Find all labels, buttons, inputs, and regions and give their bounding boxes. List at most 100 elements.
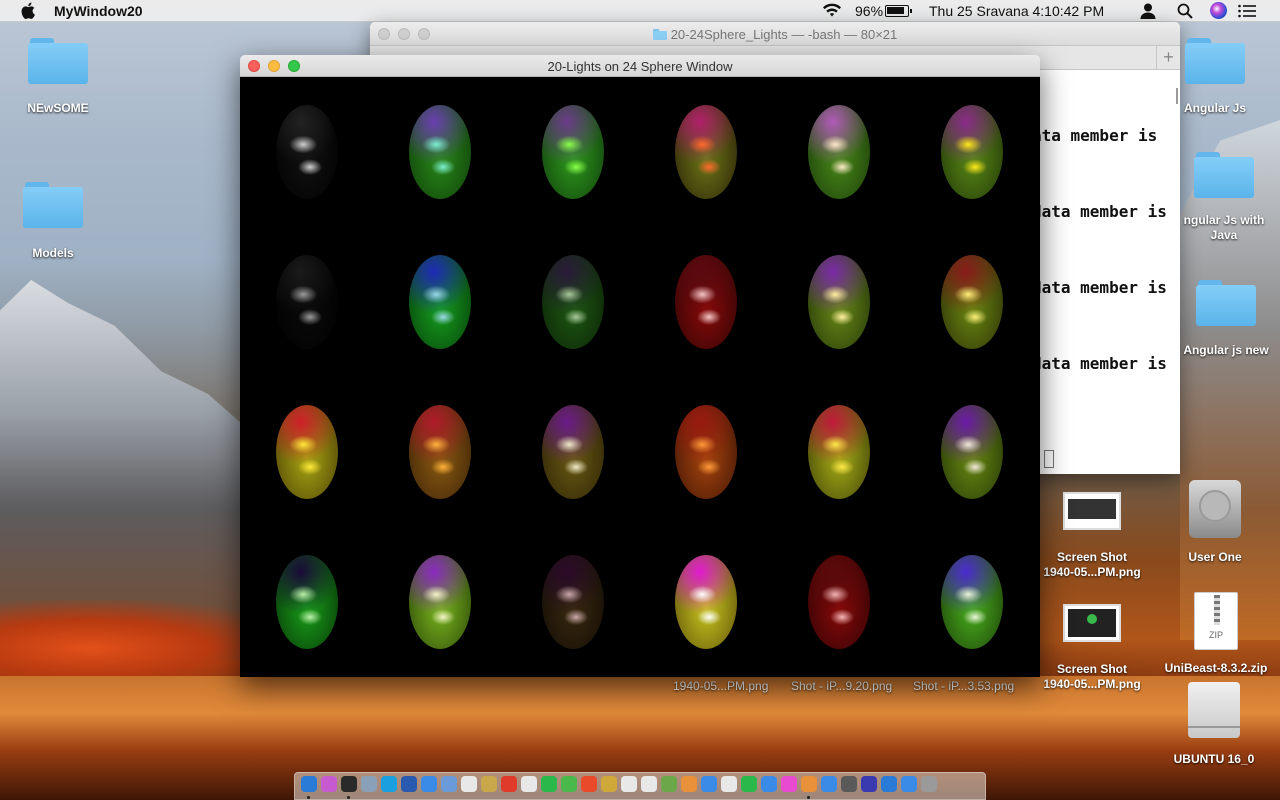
terminal-title-text: 20-24Sphere_Lights — -bash — 80×21 xyxy=(670,27,898,42)
desktop-file-label[interactable]: Shot - iP...3.53.png xyxy=(913,679,1014,693)
desktop-drive-user-one[interactable]: User One xyxy=(1172,480,1258,565)
lit-sphere xyxy=(409,255,471,349)
dock-app-icon[interactable] xyxy=(461,776,477,792)
terminal-title: 20-24Sphere_Lights — -bash — 80×21 xyxy=(370,27,1180,42)
dock-app-icon[interactable] xyxy=(501,776,517,792)
lit-sphere xyxy=(941,105,1003,199)
dock-app-icon[interactable] xyxy=(541,776,557,792)
dock-app-icon[interactable] xyxy=(301,776,317,792)
desktop-file-screenshot-2[interactable]: Screen Shot 1940-05...PM.png xyxy=(1040,604,1144,692)
zip-file-icon: ZIP xyxy=(1194,592,1238,650)
lit-sphere xyxy=(409,105,471,199)
dock-app-icon[interactable] xyxy=(581,776,597,792)
desktop-icon-label: Angular js new xyxy=(1183,343,1269,357)
dock-app-icon[interactable] xyxy=(521,776,537,792)
desktop-folder-angular-js[interactable]: Angular Js xyxy=(1172,38,1258,116)
lit-sphere xyxy=(941,255,1003,349)
dock-running-indicator xyxy=(307,796,310,799)
dock-app-icon[interactable] xyxy=(621,776,637,792)
dock-app-icon[interactable] xyxy=(861,776,877,792)
dock-app-icon[interactable] xyxy=(641,776,657,792)
desktop-folder-newsome[interactable]: NEwSOME xyxy=(14,38,102,116)
lit-sphere xyxy=(675,105,737,199)
dock-app-icon[interactable] xyxy=(681,776,697,792)
lit-sphere xyxy=(409,405,471,499)
dock-running-indicator xyxy=(807,796,810,799)
desktop-icon-label: NEwSOME xyxy=(27,101,89,115)
lit-sphere xyxy=(276,255,338,349)
hard-drive-icon xyxy=(1189,480,1241,538)
terminal-output-line: data member is xyxy=(1032,278,1167,297)
folder-icon xyxy=(28,38,88,84)
dock-app-icon[interactable] xyxy=(661,776,677,792)
dock-app-icon[interactable] xyxy=(741,776,757,792)
dock-app-icon[interactable] xyxy=(921,776,937,792)
dock-app-icon[interactable] xyxy=(401,776,417,792)
opengl-canvas[interactable] xyxy=(240,77,1040,677)
external-drive-icon xyxy=(1188,682,1240,738)
terminal-output-line: data member is xyxy=(1032,354,1167,373)
app-name-menu[interactable]: MyWindow20 xyxy=(54,3,143,19)
battery-percent: 96% xyxy=(855,3,884,19)
screenshot-thumbnail xyxy=(1063,492,1121,530)
user-icon[interactable] xyxy=(1139,2,1157,20)
dock-app-icon[interactable] xyxy=(561,776,577,792)
desktop-icon-label: Angular Js xyxy=(1183,101,1246,115)
siri-icon[interactable] xyxy=(1210,2,1227,19)
dock-app-icon[interactable] xyxy=(601,776,617,792)
dock-app-icon[interactable] xyxy=(761,776,777,792)
dock-app-icon[interactable] xyxy=(841,776,857,792)
lit-sphere xyxy=(409,555,471,649)
dock-app-icon[interactable] xyxy=(321,776,337,792)
dock-app-icon[interactable] xyxy=(781,776,797,792)
wifi-icon[interactable] xyxy=(822,3,842,18)
dock-app-icon[interactable] xyxy=(421,776,437,792)
dock-app-icon[interactable] xyxy=(801,776,817,792)
terminal-titlebar[interactable]: 20-24Sphere_Lights — -bash — 80×21 xyxy=(370,22,1180,46)
lit-sphere xyxy=(808,405,870,499)
desktop-icon-label: Screen Shot 1940-05...PM.png xyxy=(1043,662,1141,691)
dock-app-icon[interactable] xyxy=(481,776,497,792)
lit-sphere xyxy=(675,555,737,649)
desktop-icon-label: Screen Shot 1940-05...PM.png xyxy=(1043,550,1141,579)
lit-sphere xyxy=(675,405,737,499)
lit-sphere xyxy=(542,405,604,499)
dock xyxy=(294,772,986,800)
search-icon[interactable] xyxy=(1177,3,1193,19)
folder-icon xyxy=(1196,280,1256,326)
notification-center-icon[interactable] xyxy=(1238,4,1256,18)
terminal-output-line: data member is xyxy=(1032,202,1167,221)
desktop-drive-ubuntu[interactable]: UBUNTU 16_0 xyxy=(1164,682,1264,767)
apple-menu-icon[interactable] xyxy=(21,2,35,19)
desktop-folder-angular-js-new[interactable]: Angular js new xyxy=(1176,280,1276,358)
menu-clock[interactable]: Thu 25 Sravana 4:10:42 PM xyxy=(929,3,1104,19)
lit-sphere xyxy=(542,105,604,199)
dock-running-indicator xyxy=(347,796,350,799)
desktop-file-screenshot-1[interactable]: Screen Shot 1940-05...PM.png xyxy=(1040,492,1144,580)
desktop-icon-label: UBUNTU 16_0 xyxy=(1173,752,1255,766)
desktop-folder-models[interactable]: Models xyxy=(9,182,97,261)
dock-app-icon[interactable] xyxy=(901,776,917,792)
desktop-folder-angular-js-with-java[interactable]: ngular Js with Java xyxy=(1178,152,1270,243)
desktop-file-label[interactable]: Shot - iP...9.20.png xyxy=(791,679,892,693)
dock-app-icon[interactable] xyxy=(381,776,397,792)
lit-sphere xyxy=(808,255,870,349)
desktop-icon-label: Models xyxy=(32,246,74,260)
dock-app-icon[interactable] xyxy=(441,776,457,792)
dock-app-icon[interactable] xyxy=(701,776,717,792)
gl-window-titlebar[interactable]: 20-Lights on 24 Sphere Window xyxy=(240,55,1040,77)
desktop-file-label[interactable]: 1940-05...PM.png xyxy=(673,679,768,693)
dock-app-icon[interactable] xyxy=(881,776,897,792)
gl-window[interactable]: 20-Lights on 24 Sphere Window xyxy=(240,55,1040,677)
lit-sphere xyxy=(941,555,1003,649)
lit-sphere xyxy=(276,555,338,649)
dock-app-icon[interactable] xyxy=(821,776,837,792)
desktop-file-unibeast-zip[interactable]: ZIP UniBeast-8.3.2.zip xyxy=(1156,592,1276,676)
dock-app-icon[interactable] xyxy=(361,776,377,792)
dock-app-icon[interactable] xyxy=(721,776,737,792)
lit-sphere xyxy=(808,105,870,199)
battery-icon[interactable] xyxy=(885,5,912,17)
dock-app-icon[interactable] xyxy=(341,776,357,792)
folder-icon xyxy=(652,29,667,40)
desktop-icon-label: UniBeast-8.3.2.zip xyxy=(1164,661,1268,675)
